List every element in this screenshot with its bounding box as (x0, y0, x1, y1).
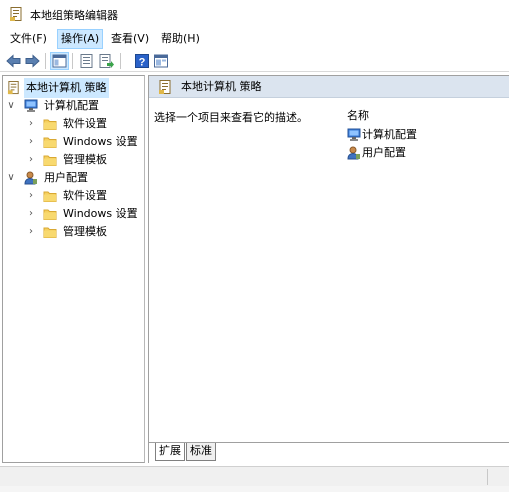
folder-icon (43, 153, 57, 167)
toolbar-separator (120, 53, 121, 69)
column-header-name[interactable]: 名称 (347, 107, 369, 123)
title-bar: 本地组策略编辑器 (0, 0, 509, 28)
status-bar-divider (487, 469, 488, 485)
folder-icon (43, 135, 57, 149)
toolbar: ? (0, 50, 509, 72)
menu-view[interactable]: 查看(V) (108, 29, 152, 49)
console-tree[interactable]: 本地计算机 策略 ∨ 计算机配置 › 软件设置 › Windows 设置 › 管… (2, 75, 145, 463)
chevron-right-icon[interactable]: › (26, 115, 36, 133)
view-tabs: 扩展 标准 (149, 442, 509, 463)
chevron-down-icon[interactable]: ∨ (6, 97, 16, 115)
forward-arrow-icon[interactable] (24, 53, 41, 69)
chevron-right-icon[interactable]: › (26, 133, 36, 151)
export-list-icon[interactable] (98, 53, 115, 69)
policy-document-icon (159, 80, 172, 95)
chevron-right-icon[interactable]: › (26, 223, 36, 241)
tree-item-label: 用户配置 (44, 171, 88, 184)
chevron-down-icon[interactable]: ∨ (6, 169, 16, 187)
computer-icon (24, 99, 38, 113)
status-bar (0, 466, 509, 486)
toolbar-separator (45, 53, 46, 69)
folder-icon (43, 225, 57, 239)
tree-item-label: 计算机配置 (44, 99, 99, 112)
details-header: 本地计算机 策略 (149, 76, 509, 98)
tree-item-label: 软件设置 (63, 117, 107, 130)
chevron-right-icon[interactable]: › (26, 151, 36, 169)
tree-item-label: Windows 设置 (63, 207, 138, 220)
menu-help[interactable]: 帮助(H) (158, 29, 203, 49)
details-header-title: 本地计算机 策略 (181, 80, 262, 93)
menu-file[interactable]: 文件(F) (7, 29, 50, 49)
help-icon[interactable]: ? (134, 53, 151, 69)
chevron-right-icon[interactable]: › (26, 205, 36, 223)
tree-item-label: 管理模板 (63, 225, 107, 238)
extended-view-icon[interactable] (153, 53, 170, 69)
user-icon (24, 171, 38, 185)
svg-text:?: ? (139, 57, 146, 69)
toolbar-separator (72, 53, 73, 69)
policy-document-icon (7, 81, 21, 95)
list-item-label: 用户配置 (362, 146, 406, 159)
tree-item-label: 软件设置 (63, 189, 107, 202)
folder-icon (43, 207, 57, 221)
description-text: 选择一个项目来查看它的描述。 (154, 111, 308, 124)
chevron-right-icon[interactable]: › (26, 187, 36, 205)
folder-icon (43, 117, 57, 131)
policy-document-icon (10, 7, 23, 22)
details-pane[interactable]: 本地计算机 策略 选择一个项目来查看它的描述。 名称 计算机配置 用户配置 扩展… (148, 75, 509, 463)
tree-item-label: 管理模板 (63, 153, 107, 166)
list-item-label: 计算机配置 (362, 128, 417, 141)
properties-icon[interactable] (78, 53, 95, 69)
computer-icon (347, 128, 361, 142)
menu-bar: 文件(F) 操作(A) 查看(V) 帮助(H) (0, 29, 509, 49)
window-title: 本地组策略编辑器 (30, 9, 118, 22)
tree-item-label: Windows 设置 (63, 135, 138, 148)
show-hide-tree-icon[interactable] (50, 52, 69, 70)
menu-action[interactable]: 操作(A) (57, 29, 104, 49)
tab-extended[interactable]: 扩展 (155, 443, 185, 461)
user-icon (347, 146, 361, 160)
back-arrow-icon[interactable] (5, 53, 22, 69)
folder-icon (43, 189, 57, 203)
tree-item-label: 本地计算机 策略 (24, 78, 109, 98)
window-bottom-edge (0, 486, 509, 492)
tab-standard[interactable]: 标准 (186, 443, 216, 461)
